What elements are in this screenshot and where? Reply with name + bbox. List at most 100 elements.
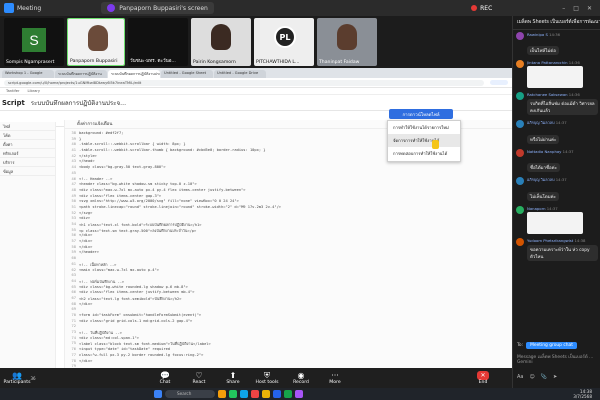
code-text: .table-scroll::-webkit-scrollbar-thumb {… — [79, 148, 266, 153]
react-label: React — [192, 380, 206, 385]
minimize-icon[interactable]: – — [562, 5, 565, 12]
host-tools-button[interactable]: ⛨ Host tools — [250, 371, 284, 385]
chat-button[interactable]: 💬 Chat — [148, 371, 182, 385]
sender-name: อภิรบุญ วิมลวลบ — [527, 177, 555, 182]
participant-name: วันชนะ-มทร. ตะวันอ... — [130, 59, 176, 64]
participant-tile[interactable]: PL PITCHAWTHIDA L... — [254, 18, 314, 66]
line-icon[interactable] — [284, 390, 292, 398]
react-button[interactable]: ♡ React — [182, 371, 216, 385]
chat-message: Jintana Pattanarochin 14:36 — [513, 58, 600, 90]
edge-icon[interactable] — [240, 390, 248, 398]
sender-line: Nanaporn 14:37 — [527, 206, 598, 211]
bookmark-item[interactable]: Tantifer — [6, 89, 19, 93]
browser-tab[interactable]: Untitled - Google Drive — [214, 70, 266, 78]
meeting-window: Meeting Panpaporn Buppasiri's screen REC… — [0, 0, 600, 400]
file-label[interactable]: ตั้งค่าการแจ้งเตือน — [77, 120, 112, 128]
chat-input[interactable]: Message เมล็ดพ Sheets เป็นเบอร์ต์ ... Ge… — [517, 353, 597, 367]
participant-tile[interactable]: วันชนะ-มทร. ตะวันอ... — [128, 18, 188, 66]
project-name[interactable]: ระบบบันทึกผลการปฏิบัติงานประจ... — [31, 98, 126, 108]
emoji-icon[interactable]: ☺ — [529, 374, 534, 380]
message-time: 14:36 — [568, 60, 580, 65]
record-dot-icon — [471, 5, 478, 11]
close-icon[interactable]: ✕ — [587, 5, 592, 12]
hand-cursor-icon — [432, 140, 439, 149]
participant-face — [337, 24, 357, 50]
record-icon: ◉ — [297, 371, 305, 380]
meeting-title-bar: Meeting Panpaporn Buppasiri's screen REC… — [0, 0, 600, 16]
message-time: 14:36 — [549, 32, 561, 37]
chat-hint: Gemini — [517, 360, 533, 365]
to-label: To: — [517, 343, 524, 348]
left-item[interactable]: ตั้งค่า — [0, 140, 55, 149]
sender-name: Rawinipa S — [527, 32, 548, 37]
app-icon[interactable] — [229, 390, 237, 398]
code-text: </div> — [79, 358, 93, 363]
file-explorer-icon[interactable] — [218, 390, 226, 398]
image-attachment[interactable] — [527, 66, 583, 88]
message-text: ไม่เห็นโดมค่ะ — [527, 192, 559, 201]
url-bar[interactable]: script.google.com/u/0/home/projects/1uGN… — [4, 79, 484, 86]
left-item[interactable]: บริการ — [0, 158, 55, 167]
browser-tab[interactable]: ระบบบันทึกผลการปฏิบัติงาน — [55, 70, 107, 78]
code-text: background: #edf2f7; — [79, 131, 124, 135]
sender-avatar — [516, 60, 524, 68]
participant-tile[interactable]: Panpaporn Buppasiri — [67, 18, 125, 66]
rec-label: REC — [480, 4, 493, 12]
chrome-icon[interactable] — [262, 390, 270, 398]
zoom-icon[interactable] — [273, 390, 281, 398]
window-controls: – □ ✕ — [562, 5, 592, 12]
menu-item-test-deployments[interactable]: การทดสอบการทำให้ใช้งานได้ — [388, 147, 460, 160]
end-call-icon: ✕ — [477, 371, 489, 380]
image-attachment[interactable] — [527, 212, 583, 234]
more-button[interactable]: ··· More — [318, 371, 352, 385]
participant-tile[interactable]: Thaninpat Faidaw — [317, 18, 377, 66]
browser-tab-active[interactable]: ระบบบันทึกผลการปฏิบัติงานประจำ — [108, 70, 160, 78]
browser-tab[interactable]: Workshop 1 - Google — [2, 70, 54, 78]
message-time: 14:38 — [574, 238, 586, 243]
sender-line: อภิรบุญ วิมลวลบ 14:37 — [527, 120, 598, 126]
address-row: script.google.com/u/0/home/projects/1uGN… — [0, 78, 512, 88]
left-item[interactable]: ทริกเกอร์ — [0, 149, 55, 158]
profile-pill[interactable] — [490, 80, 508, 85]
left-item[interactable]: ข้อมูล — [0, 167, 55, 176]
participant-name: Panpaporn Buppasiri — [70, 59, 118, 64]
send-icon[interactable]: ➤ — [553, 374, 557, 380]
chat-message: Yudoom Phetsrikangwist 14:38 ขอความเคราะห… — [513, 236, 600, 264]
code-text: class="w-full px-3 py-2 border rounded-l… — [79, 352, 204, 357]
message-text: หรือไม่ผ่านค่ะ — [527, 135, 560, 144]
sender-line: Rawinipa S 14:36 — [527, 32, 598, 37]
app-icon[interactable] — [251, 390, 259, 398]
menu-item-new-deployment[interactable]: การทำให้ใช้งานได้รายการใหม่ — [388, 121, 460, 134]
attach-icon[interactable]: 📎 — [541, 374, 547, 380]
screen-share-tab[interactable]: Panpaporn Buppasiri's screen — [101, 2, 214, 14]
left-item[interactable]: ไฟล์ — [0, 122, 55, 131]
taskbar-search[interactable]: Search — [165, 390, 215, 398]
app-icon[interactable] — [295, 390, 303, 398]
participants-label: Participants — [3, 380, 31, 385]
windows-start-icon[interactable] — [154, 390, 162, 398]
maximize-icon[interactable]: □ — [573, 5, 579, 12]
participant-tile[interactable]: Pairin Kongsamorn — [191, 18, 251, 66]
recording-indicator[interactable]: REC — [471, 5, 492, 12]
code-text: <body class="bg-gray-50 text-gray-800"> — [79, 165, 166, 170]
os-taskbar: Search 14:38 3/7/2568 — [0, 388, 600, 400]
end-button[interactable]: ✕ End — [466, 371, 500, 385]
browser-tab[interactable]: Untitled - Google Sheet — [161, 70, 213, 78]
share-button[interactable]: ⬆ Share — [216, 371, 250, 385]
participant-tile[interactable]: S Sompis Ngamprasert — [4, 18, 64, 66]
code-text: <div class="grid grid-cols-1 md:grid-col… — [79, 318, 193, 323]
record-button[interactable]: ◉ Record — [284, 371, 318, 385]
sender-avatar — [516, 238, 524, 246]
sender-name: Nanaporn — [527, 206, 546, 211]
chat-message: อภิรบุญ วิมลวลบ 14:37 หรือไม่ผ่านค่ะ — [513, 118, 600, 147]
left-panel: ไฟล์ โค้ด ตั้งค่า ทริกเกอร์ บริการ ข้อมู… — [0, 122, 56, 368]
bookmark-item[interactable]: Library — [27, 89, 40, 93]
left-item[interactable]: โค้ด — [0, 131, 55, 140]
page-title: Script — [2, 98, 25, 107]
format-icon[interactable]: Aa — [517, 374, 523, 380]
message-time: 14:37 — [555, 120, 567, 125]
taskbar-clock[interactable]: 14:38 3/7/2568 — [573, 389, 592, 399]
recipient-select[interactable]: Meeting group chat — [526, 342, 577, 349]
deploy-button[interactable]: การดาวน์โหลดไฟล์ — [389, 109, 453, 119]
menu-item-manage-deployments[interactable]: จัดการการทำให้ใช้งานได้ — [388, 134, 460, 147]
